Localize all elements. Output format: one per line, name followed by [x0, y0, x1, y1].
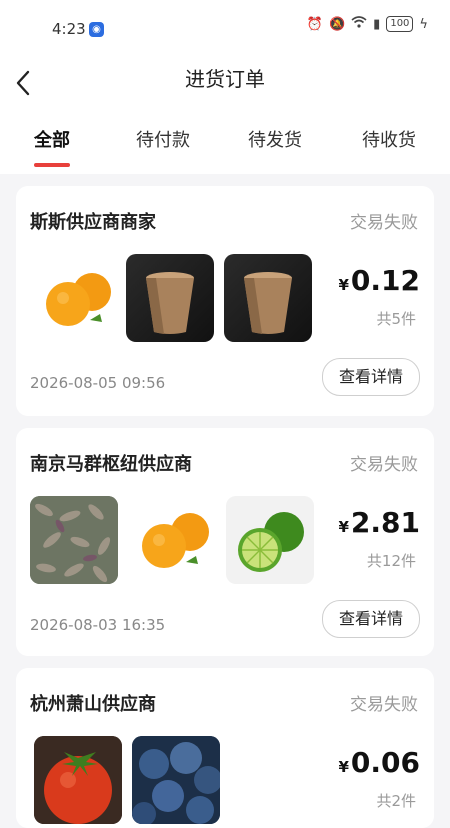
order-date: 2026-08-05 09:56: [30, 374, 166, 392]
charging-icon: ϟ: [419, 16, 428, 32]
product-image-paper-cup[interactable]: [126, 254, 214, 342]
view-details-button[interactable]: 查看详情: [322, 358, 420, 396]
order-date: 2026-08-03 16:35: [30, 616, 166, 634]
app-notification-icon: ◉: [89, 22, 104, 37]
currency-symbol: ¥: [338, 518, 349, 536]
order-status: 交易失败: [350, 455, 418, 475]
price-value: 0.06: [350, 746, 420, 779]
product-image-tomato[interactable]: [34, 736, 122, 824]
shop-name: 斯斯供应商商家: [30, 212, 156, 233]
item-count: 共5件: [376, 310, 416, 328]
tab-all[interactable]: 全部: [34, 126, 70, 152]
order-status: 交易失败: [350, 213, 418, 233]
wifi-icon: [351, 16, 367, 32]
order-tabs: 全部 待付款 待发货 待收货: [0, 110, 450, 174]
tab-pending-receipt[interactable]: 待收货: [362, 126, 416, 152]
price-value: 2.81: [350, 506, 420, 539]
product-image-paper-cup[interactable]: [224, 254, 312, 342]
active-tab-indicator: [34, 163, 70, 167]
shop-name: 杭州萧山供应商: [30, 694, 156, 715]
page-title: 进货订单: [185, 67, 265, 91]
mute-icon: 🔕: [328, 16, 346, 32]
shop-name: 南京马群枢纽供应商: [30, 454, 192, 475]
tab-pending-payment[interactable]: 待付款: [136, 126, 190, 152]
item-count: 共12件: [366, 552, 416, 570]
order-card[interactable]: 南京马群枢纽供应商 交易失败 ¥2.81 共12件 2026-08-03 16:…: [16, 428, 434, 656]
nav-bar: 进货订单: [0, 58, 450, 110]
currency-symbol: ¥: [338, 276, 349, 294]
status-bar: 4:23 ◉ ⏰ 🔕 ▮ 100 ϟ: [0, 0, 450, 58]
currency-symbol: ¥: [338, 758, 349, 776]
order-card[interactable]: 杭州萧山供应商 交易失败 ¥0.06 共2件: [16, 668, 434, 828]
order-price: ¥2.81: [338, 506, 420, 539]
sim-icon: ▮: [373, 16, 381, 32]
product-image-dried-pods[interactable]: [30, 496, 118, 584]
tab-pending-shipment[interactable]: 待发货: [248, 126, 302, 152]
battery-icon: 100: [386, 16, 414, 32]
alarm-icon: ⏰: [306, 16, 323, 32]
price-value: 0.12: [350, 264, 420, 297]
product-image-limes[interactable]: [226, 496, 314, 584]
order-price: ¥0.12: [338, 264, 420, 297]
order-status: 交易失败: [350, 695, 418, 715]
view-details-button[interactable]: 查看详情: [322, 600, 420, 638]
status-icons: ⏰ 🔕 ▮ 100 ϟ: [307, 16, 428, 32]
order-price: ¥0.06: [338, 746, 420, 779]
item-count: 共2件: [376, 792, 416, 810]
product-image-oranges[interactable]: [128, 496, 216, 584]
product-image-blueberries[interactable]: [132, 736, 220, 824]
order-card[interactable]: 斯斯供应商商家 交易失败 ¥0.12 共5件 2026-08-05 09:56 …: [16, 186, 434, 416]
status-time: 4:23: [52, 20, 86, 38]
product-image-oranges[interactable]: [30, 254, 118, 342]
